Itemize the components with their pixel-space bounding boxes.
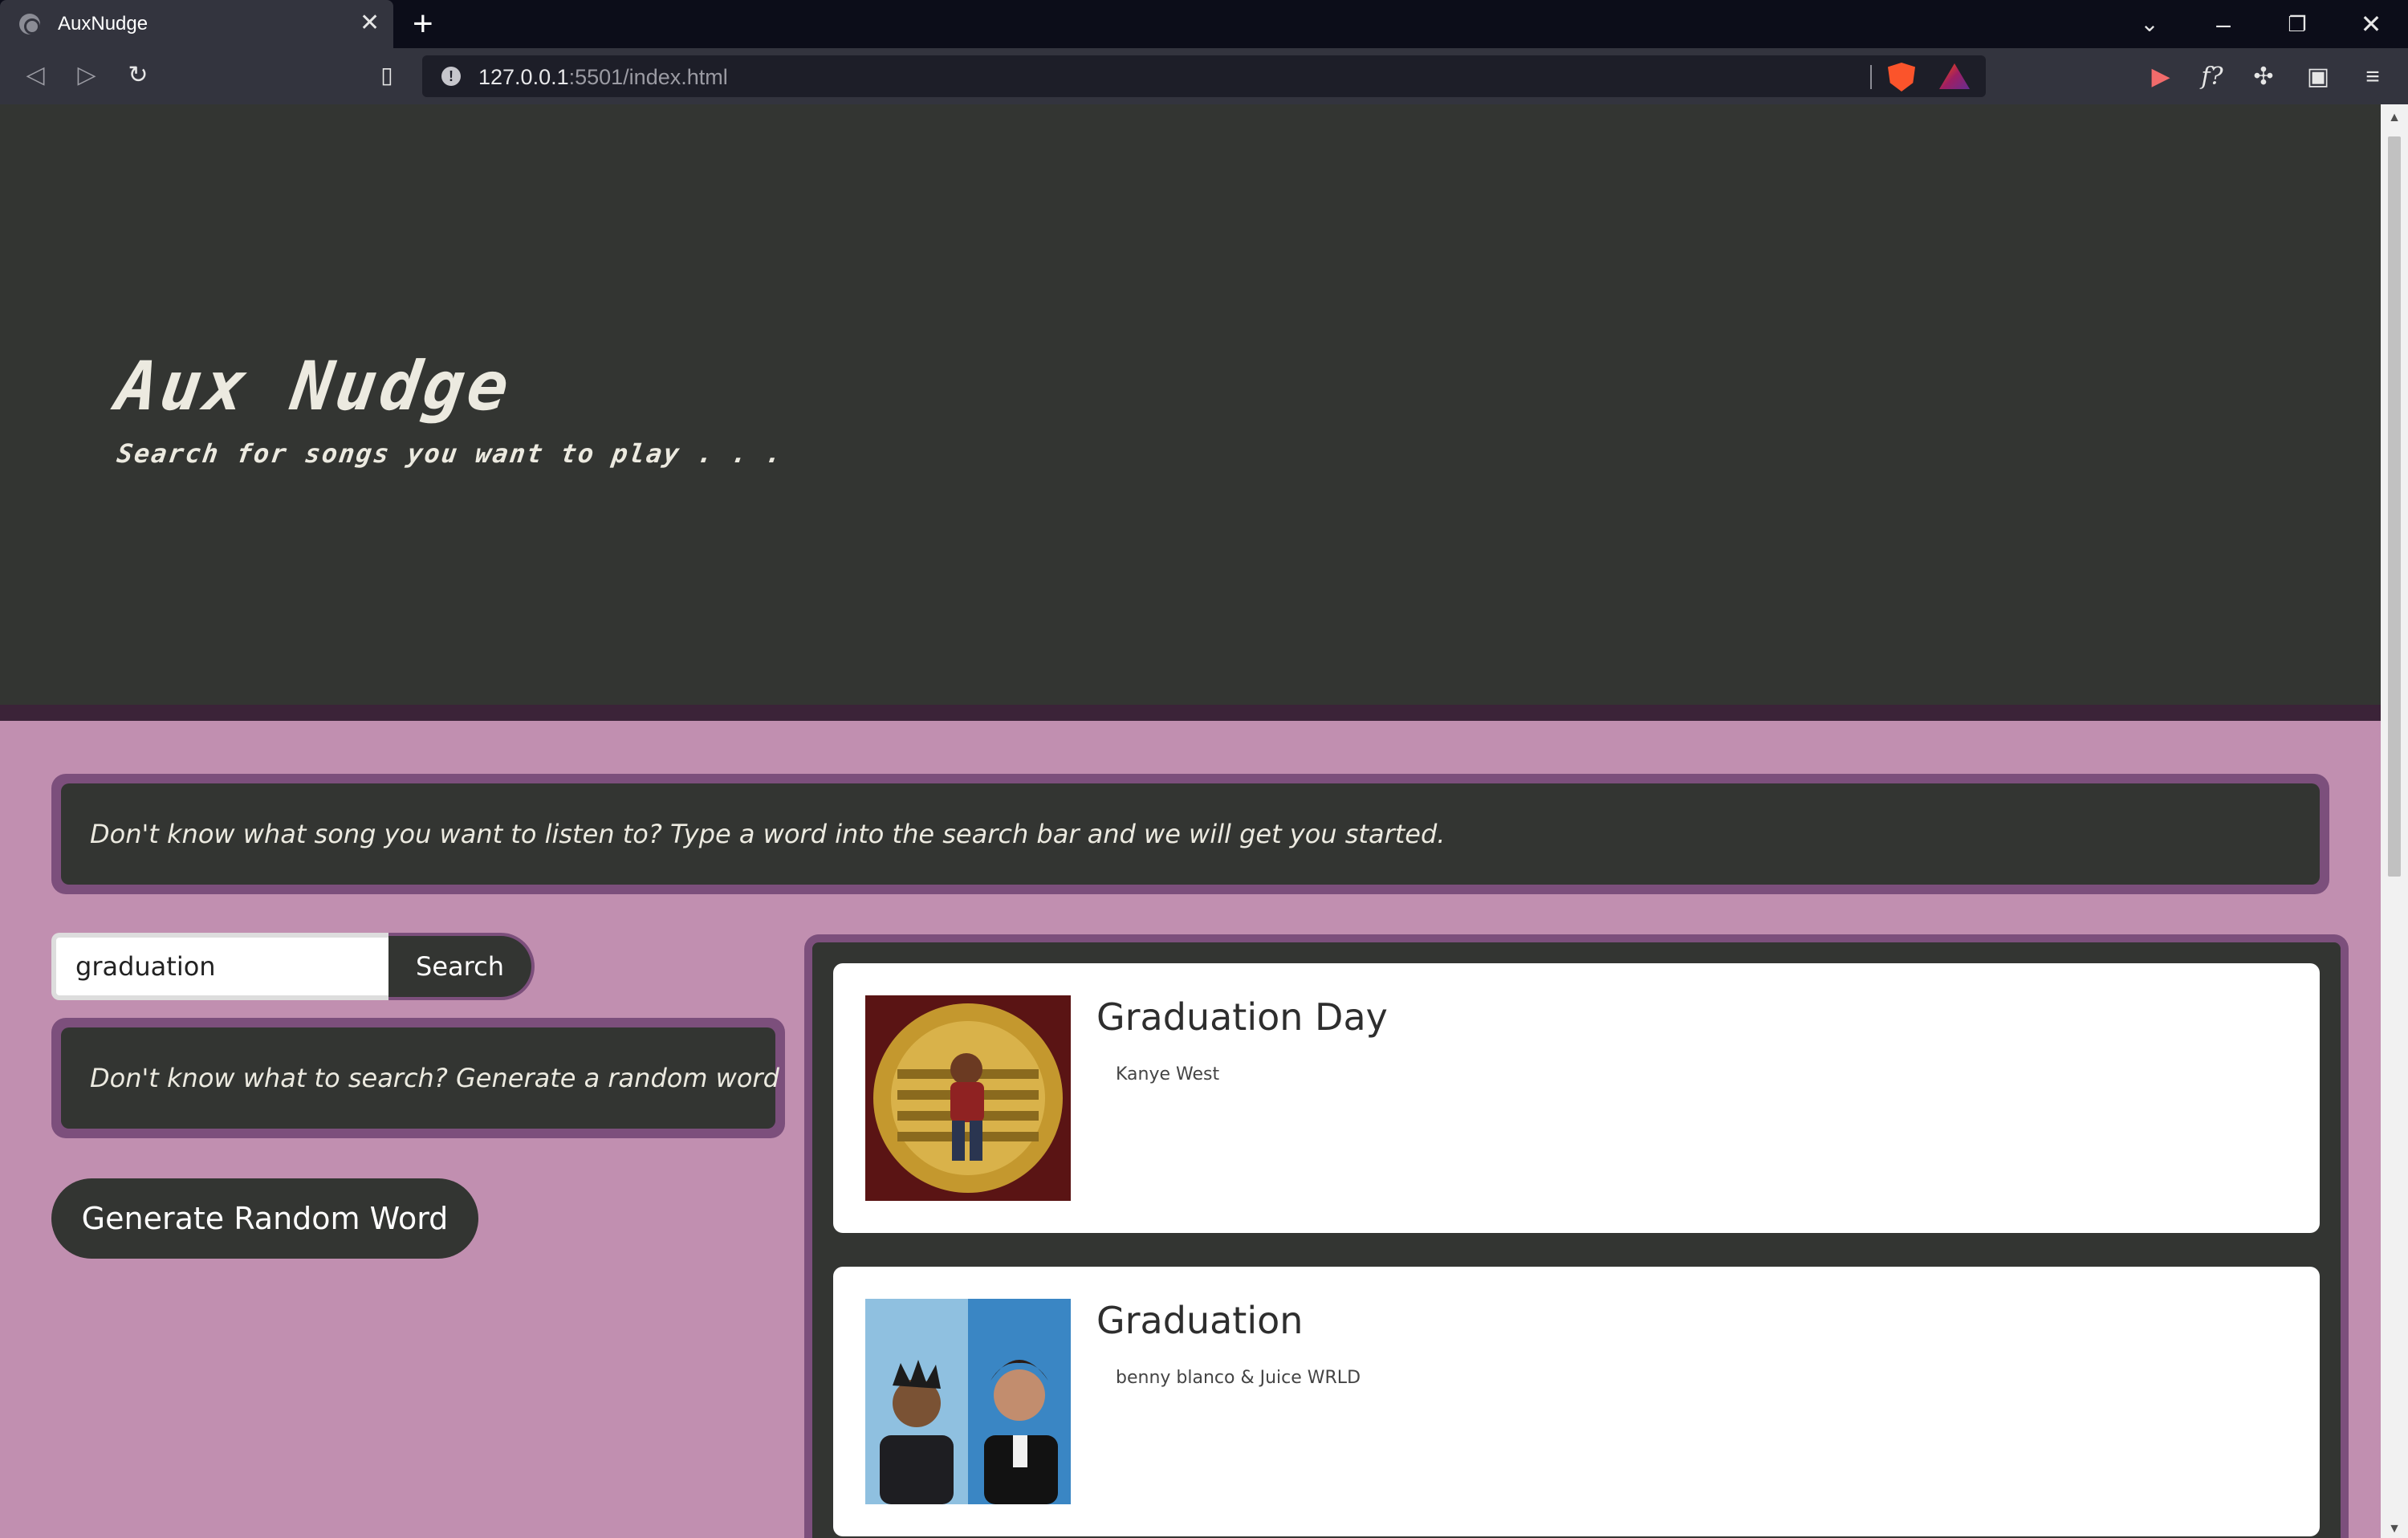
browser-tabbar: AuxNudge ✕ + ⌄ – ❐ ✕ [0,0,2408,48]
menu-icon[interactable]: ≡ [2357,61,2389,93]
url-separator [1870,65,1872,89]
close-window-icon[interactable]: ✕ [2347,5,2395,43]
back-icon[interactable]: ◁ [19,59,51,92]
close-tab-icon[interactable]: ✕ [360,10,380,37]
wallet-icon[interactable]: ▣ [2302,61,2334,93]
scroll-up-icon[interactable]: ▲ [2387,112,2402,124]
result-card[interactable]: Graduation Day Kanye West [833,963,2320,1233]
album-art [865,1299,1071,1504]
search-input[interactable] [51,933,388,1000]
page-title: Aux Nudge [112,347,518,425]
album-art-graphic [865,1299,1071,1504]
brave-shields-icon[interactable] [1888,63,1915,92]
tab-title: AuxNudge [58,13,148,35]
album-art [865,995,1071,1201]
page-viewport: Aux Nudge Search for songs you want to p… [0,104,2381,1538]
song-artist: Kanye West [1116,1064,1220,1084]
generate-random-word-button[interactable]: Generate Random Word [51,1178,478,1259]
result-card[interactable]: Graduation benny blanco & Juice WRLD [833,1267,2320,1536]
url-text: 127.0.0.1:5501/index.html [478,65,728,89]
extension-record-icon[interactable]: ▶ [2145,61,2177,93]
scrollbar-thumb[interactable] [2388,136,2401,877]
random-prompt-text: Don't know what to search? Generate a ra… [90,1063,779,1093]
song-title: Graduation [1096,1299,1304,1342]
restore-icon[interactable]: ❐ [2273,5,2321,43]
brave-rewards-icon[interactable] [1939,63,1970,89]
new-tab-icon[interactable]: + [413,5,433,43]
page-subtitle: Search for songs you want to play . . . [115,438,786,469]
bookmark-icon[interactable]: ▯ [371,59,403,92]
browser-tab[interactable]: AuxNudge ✕ [0,0,393,48]
song-artist: benny blanco & Juice WRLD [1116,1368,1361,1388]
browser-toolbar: ◁ ▷ ↻ ▯ ! 127.0.0.1:5501/index.html ▶ f?… [0,48,2408,104]
extensions-puzzle-icon[interactable]: ✣ [2247,61,2280,93]
site-info-icon[interactable]: ! [441,67,461,86]
scroll-down-icon[interactable]: ▼ [2387,1523,2402,1536]
forward-icon[interactable]: ▷ [71,59,103,92]
tab-search-chevron-icon[interactable]: ⌄ [2125,5,2174,43]
globe-icon [19,14,40,35]
search-button[interactable]: Search [388,933,535,1000]
reload-icon[interactable]: ↻ [122,59,154,92]
hero-banner: Aux Nudge Search for songs you want to p… [0,104,2381,705]
album-art-graphic [865,995,1071,1201]
results-panel: Graduation Day Kanye West Graduation ben [804,934,2349,1538]
song-title: Graduation Day [1096,995,1388,1039]
extension-font-icon[interactable]: f? [2196,61,2228,93]
hero-divider [0,705,2381,721]
minimize-icon[interactable]: – [2199,5,2247,43]
page-scrollbar[interactable]: ▲ ▼ [2381,104,2408,1538]
address-bar[interactable]: ! 127.0.0.1:5501/index.html [422,55,1986,97]
intro-prompt-text: Don't know what song you want to listen … [90,819,1446,849]
